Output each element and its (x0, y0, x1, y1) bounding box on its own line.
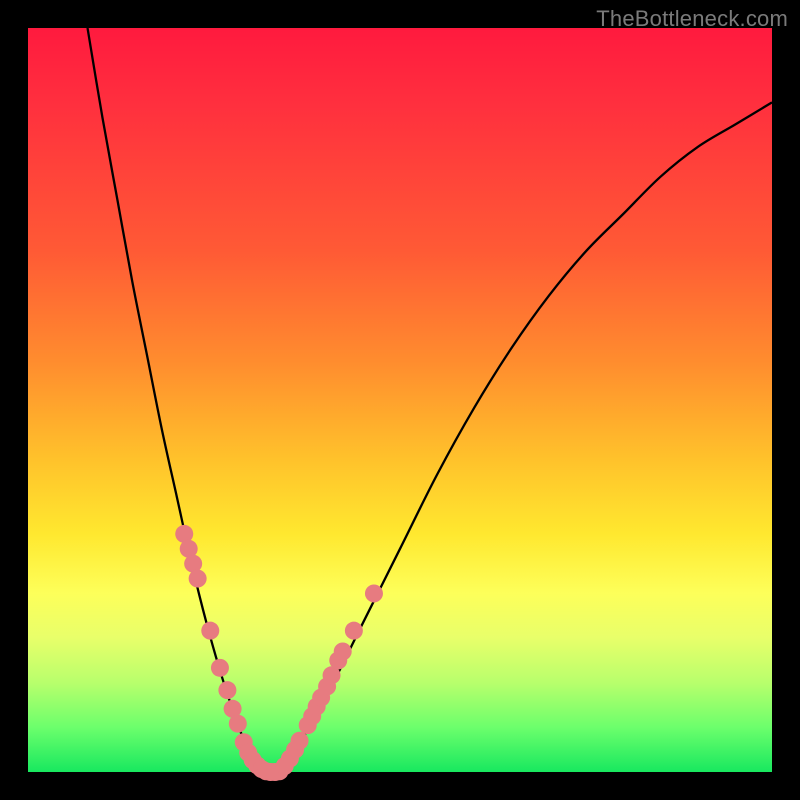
data-marker (218, 681, 236, 699)
bottleneck-curve (88, 28, 772, 774)
data-marker (334, 642, 352, 660)
plot-area (28, 28, 772, 772)
data-marker (229, 715, 247, 733)
watermark-text: TheBottleneck.com (596, 6, 788, 32)
data-marker (201, 622, 219, 640)
data-marker (345, 622, 363, 640)
data-marker (211, 659, 229, 677)
chart-svg (28, 28, 772, 772)
data-marker (189, 570, 207, 588)
chart-frame: TheBottleneck.com (0, 0, 800, 800)
data-marker (291, 732, 309, 750)
data-marker (365, 584, 383, 602)
marker-group (175, 525, 383, 781)
curve-group (88, 28, 772, 774)
